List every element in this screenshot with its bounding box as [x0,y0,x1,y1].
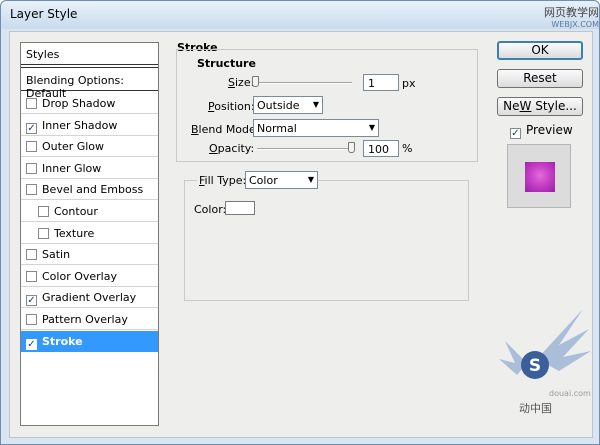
style-item[interactable]: Outer Glow [21,136,158,158]
style-item[interactable]: ✓ Inner Shadow [21,115,158,136]
style-item-label: Inner Glow [42,161,102,175]
blend-mode-select[interactable]: Normal ▼ [253,119,379,137]
opacity-slider-track[interactable] [257,148,355,150]
position-label: Position: [208,100,255,113]
title-bar[interactable]: Layer Style 网页教学网 WEBJX.COM [1,1,599,29]
style-item-label: Satin [42,248,71,262]
checkbox-icon[interactable] [26,141,37,153]
svg-text:S: S [529,356,541,376]
preview-thumbnail [525,162,555,192]
style-item-label: Color Overlay [42,269,117,283]
style-item-label: Texture [54,226,95,240]
style-item[interactable]: Pattern Overlay [21,309,158,330]
checkbox-icon[interactable]: ✓ [26,122,37,134]
styles-header[interactable]: Styles [21,43,158,65]
blend-mode-value: Normal [257,122,297,135]
checkbox-icon[interactable]: ✓ [26,295,37,307]
chevron-down-icon: ▼ [307,175,314,184]
blend-mode-label: Blend Mode: [191,123,260,136]
new-style-button[interactable]: NeW Style... [497,97,583,116]
checkbox-icon: ✓ [510,128,521,139]
style-item[interactable]: ✓ Gradient Overlay [21,287,158,309]
style-item-label: Inner Shadow [42,118,118,132]
preview-label: Preview [526,123,573,137]
style-item[interactable]: Contour [21,201,158,222]
position-select[interactable]: Outside ▼ [253,96,323,114]
preview-checkbox[interactable]: ✓ Preview [510,123,573,139]
size-unit: px [402,77,416,90]
style-item-label: Pattern Overlay [42,313,128,326]
size-label: Size: [228,76,255,89]
style-item[interactable]: Drop Shadow [21,93,158,114]
watermark-top-text: 网页教学网 [544,6,599,19]
fill-type-label: Fill Type: [197,174,249,187]
style-item-label: Contour [54,205,98,218]
watermark-top: 网页教学网 WEBJX.COM [513,7,599,31]
checkbox-icon[interactable] [26,249,37,261]
size-input[interactable]: 1 [363,74,399,91]
styles-list: Styles Blending Options: Default Drop Sh… [20,42,159,426]
watermark-bottom-line2: 动中国 [519,402,552,415]
style-item[interactable]: Satin [21,244,158,266]
checkbox-icon[interactable] [26,270,37,282]
opacity-unit: % [402,142,413,155]
style-item[interactable]: ✓ Stroke [21,330,158,352]
watermark-top-sub: WEBJX.COM [551,20,599,29]
window-title: Layer Style [10,7,78,21]
opacity-label: Opacity: [209,142,255,155]
preview-box [507,144,571,208]
reset-button[interactable]: Reset [497,69,583,88]
checkbox-icon[interactable] [26,314,37,325]
opacity-slider-thumb[interactable] [348,142,355,153]
size-slider-thumb[interactable] [252,76,259,87]
style-item[interactable]: Inner Glow [21,158,158,179]
blending-options-item[interactable]: Blending Options: Default [21,67,158,100]
style-item-label: Bevel and Emboss [42,183,144,197]
color-swatch[interactable] [225,201,255,215]
checkbox-icon[interactable] [26,184,37,196]
opacity-input[interactable]: 100 [363,140,399,157]
style-item-label: Gradient Overlay [42,291,137,305]
structure-title: Structure [195,57,258,70]
fill-type-select[interactable]: Color ▼ [245,171,318,189]
checkbox-icon[interactable]: ✓ [26,338,37,350]
layer-style-dialog: Layer Style 网页教学网 WEBJX.COM Styles Blend… [0,0,600,445]
size-slider-track[interactable] [252,82,352,84]
style-item-label: Stroke [42,334,83,348]
color-label: Color: [194,203,227,216]
position-value: Outside [257,99,300,112]
chevron-down-icon: ▼ [368,123,375,132]
style-item[interactable]: Bevel and Emboss [21,179,158,201]
checkbox-icon[interactable] [26,162,37,174]
chevron-down-icon: ▼ [312,100,319,109]
checkbox-icon[interactable] [26,98,37,109]
style-item[interactable]: Texture [21,223,158,244]
style-item-label: Outer Glow [42,140,105,154]
checkbox-icon[interactable] [38,206,49,217]
checkbox-icon[interactable] [38,227,49,239]
ok-button[interactable]: OK [497,41,583,60]
fill-type-group [184,180,469,301]
style-item[interactable]: Color Overlay [21,266,158,287]
fill-type-value: Color [249,174,278,187]
watermark-bottom-line1: douai.com [549,389,591,398]
style-item-label: Drop Shadow [42,97,116,110]
